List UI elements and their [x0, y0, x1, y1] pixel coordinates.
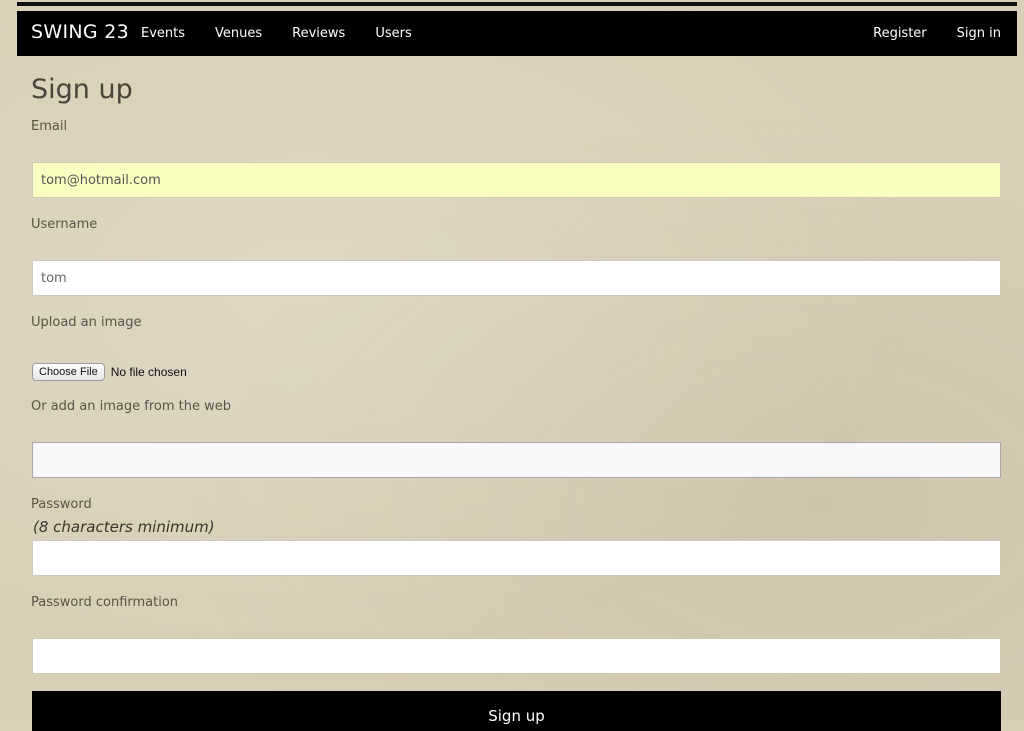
top-border-line [17, 2, 1017, 6]
nav-link-users[interactable]: Users [375, 26, 411, 41]
password-hint: (8 characters minimum) [33, 518, 215, 536]
sign-up-button[interactable]: Sign up [32, 691, 1001, 731]
file-status-text: No file chosen [110, 365, 187, 379]
brand-logo[interactable]: SWING 23 [31, 21, 129, 43]
page-title: Sign up [31, 74, 133, 105]
password-label: Password [31, 497, 92, 512]
nav-left-group: Events Venues Reviews Users [141, 26, 442, 41]
username-label: Username [31, 217, 98, 232]
navbar: SWING 23 Events Venues Reviews Users Reg… [17, 11, 1017, 56]
upload-image-label: Upload an image [31, 315, 142, 330]
password-confirmation-field[interactable] [32, 638, 1001, 674]
nav-link-events[interactable]: Events [141, 26, 185, 41]
password-field[interactable] [32, 540, 1001, 576]
email-label: Email [31, 119, 68, 134]
nav-link-register[interactable]: Register [873, 26, 927, 41]
choose-file-button[interactable]: Choose File [32, 363, 105, 381]
email-field[interactable]: tom@hotmail.com [32, 162, 1001, 198]
file-upload-control: Choose File No file chosen [32, 363, 187, 381]
nav-link-reviews[interactable]: Reviews [292, 26, 345, 41]
nav-link-venues[interactable]: Venues [215, 26, 262, 41]
nav-link-sign-in[interactable]: Sign in [957, 26, 1001, 41]
password-confirmation-label: Password confirmation [31, 595, 179, 610]
web-image-url-field[interactable] [32, 442, 1001, 478]
web-image-label: Or add an image from the web [31, 399, 232, 414]
nav-right-group: Register Sign in [843, 26, 1001, 41]
username-field[interactable]: tom [32, 260, 1001, 296]
